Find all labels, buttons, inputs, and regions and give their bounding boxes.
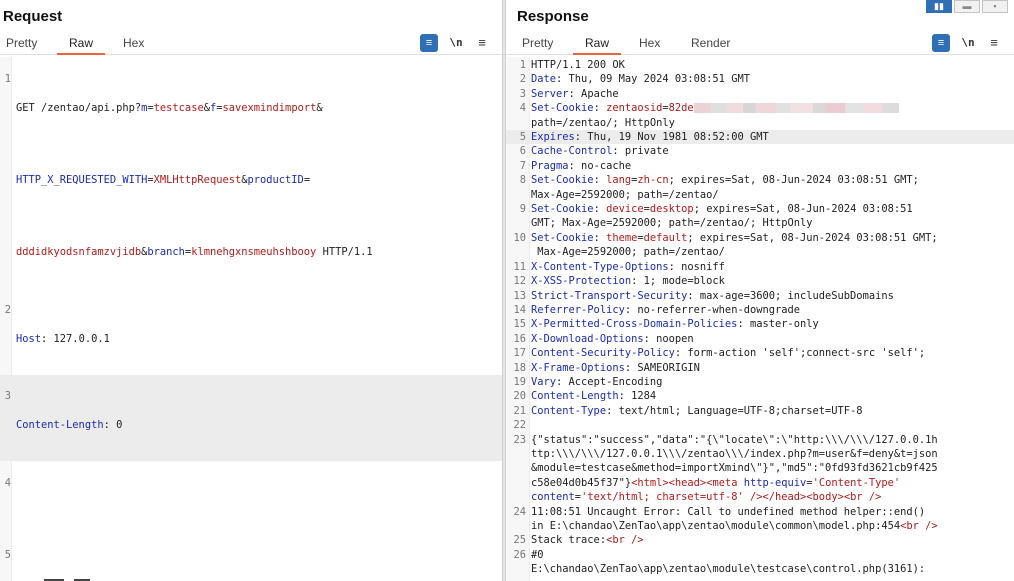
- menu-icon[interactable]: ≡: [473, 34, 491, 52]
- response-line: 8 Set-Cookie: lang=zh-cn; expires=Sat, 08…: [519, 174, 919, 187]
- request-line-wrap: HTTP_X_REQUESTED_WITH=XMLHttpRequest&pro…: [16, 174, 311, 187]
- wrap-lines-icon[interactable]: ≡: [420, 34, 438, 52]
- response-line-wrap: &module=testcase&method=importXmind\"}",…: [531, 462, 938, 475]
- menu-icon[interactable]: ≡: [985, 34, 1003, 52]
- response-line: 10 Set-Cookie: theme=default; expires=Sat…: [513, 231, 938, 244]
- response-editor[interactable]: 1 HTTP/1.1 200 OK 2 Date: Thu, 09 May 2024…: [506, 57, 1014, 581]
- request-pane: Request Pretty Raw Hex ≡ \n ≡ 1 GET /zen…: [0, 0, 502, 581]
- response-line: 23 {"status":"success","data":"{\"locate\…: [513, 433, 938, 446]
- layout-side-by-side-icon[interactable]: ▮▮: [926, 0, 952, 13]
- response-line: 3 Server: Apache: [519, 87, 619, 100]
- request-tab-pretty[interactable]: Pretty: [6, 36, 37, 55]
- request-line-wrap: dddidkyodsnfamzvjidb&branch=klmnehgxnsme…: [16, 246, 373, 259]
- response-line: 17 Content-Security-Policy: form-action '…: [513, 347, 926, 360]
- response-line: 20 Content-Length: 1284: [513, 390, 657, 403]
- response-title: Response: [517, 8, 589, 25]
- response-line: 2 Date: Thu, 09 May 2024 03:08:51 GMT: [519, 73, 750, 86]
- response-line: 25 Stack trace:<br />: [513, 534, 644, 547]
- response-tab-render[interactable]: Render: [691, 36, 730, 55]
- response-line: 21 Content-Type: text/html; Language=UTF-…: [513, 404, 863, 417]
- response-line-wrap: content='text/html; charset=utf-8' /></h…: [531, 491, 882, 504]
- show-newlines-icon[interactable]: \n: [447, 34, 465, 52]
- response-tab-raw[interactable]: Raw: [572, 36, 622, 55]
- response-line-wrap: c58e04d0b45f37"}<html><head><meta http-e…: [531, 476, 901, 489]
- response-line: 24 11:08:51 Uncaught Error: Call to undef…: [513, 505, 926, 518]
- response-tab-hex[interactable]: Hex: [639, 36, 660, 55]
- response-pane: ▮▮ ▬ ▪ Response Pretty Raw Hex Render ≡ …: [506, 0, 1014, 581]
- response-line-wrap: Max-Age=2592000; path=/zentao/: [531, 246, 725, 259]
- response-line: 16 X-Download-Options: noopen: [513, 332, 694, 345]
- request-editor[interactable]: 1 GET /zentao/api.php?m=testcase&f=savex…: [0, 57, 502, 581]
- response-line: 22: [513, 419, 526, 432]
- request-tab-raw[interactable]: Raw: [56, 36, 106, 55]
- response-line: 13 Strict-Transport-Security: max-age=360…: [513, 289, 894, 302]
- request-line: 1 GET /zentao/api.php?m=testcase&f=savex…: [4, 73, 323, 115]
- response-line-wrap: GMT; Max-Age=2592000; path=/zentao/; Htt…: [531, 217, 813, 230]
- request-toolbar: ≡ \n ≡: [420, 34, 492, 52]
- response-line-wrap: ttp:\\\/\\\/127.0.0.1\\\/zentao\\\/index…: [531, 447, 938, 460]
- layout-stacked-icon[interactable]: ▬: [954, 0, 980, 13]
- layout-toggle: ▮▮ ▬ ▪: [926, 0, 1008, 14]
- show-newlines-icon[interactable]: \n: [959, 34, 977, 52]
- response-line: 12 X-XSS-Protection: 1; mode=block: [513, 275, 725, 288]
- response-line: 5 Expires: Thu, 19 Nov 1981 08:52:00 GMT: [506, 130, 1014, 145]
- layout-single-icon[interactable]: ▪: [982, 0, 1008, 13]
- response-line: 26 #0: [513, 548, 544, 561]
- request-line: 2 Host: 127.0.0.1: [4, 303, 110, 345]
- response-line: 19 Vary: Accept-Encoding: [513, 375, 663, 388]
- response-line: 6 Cache-Control: private: [519, 145, 669, 158]
- response-line-wrap: path=/zentao/; HttpOnly: [531, 116, 675, 129]
- response-line-wrap: Max-Age=2592000; path=/zentao/: [531, 188, 719, 201]
- request-line: 3 Content-Length: 0: [0, 374, 502, 462]
- response-line: 14 Referrer-Policy: no-referrer-when-down…: [513, 303, 801, 316]
- response-line: 4 Set-Cookie: zentaosid=82de: [506, 101, 1014, 115]
- request-line: 4: [4, 476, 11, 489]
- request-tab-hex[interactable]: Hex: [123, 36, 144, 55]
- response-line: 15 X-Permitted-Cross-Domain-Policies: mas…: [513, 318, 819, 331]
- redacted-session-id: [693, 103, 899, 114]
- response-toolbar: ≡ \n ≡: [932, 34, 1004, 52]
- response-line: 7 Pragma: no-cache: [519, 159, 632, 172]
- response-line: 11 X-Content-Type-Options: nosniff: [513, 260, 725, 273]
- response-line-wrap: in E:\chandao\ZenTao\app\zentao\module\c…: [531, 520, 938, 532]
- response-line: 1 HTTP/1.1 200 OK: [519, 59, 625, 71]
- request-title: Request: [3, 8, 63, 25]
- response-tab-pretty[interactable]: Pretty: [522, 36, 553, 55]
- response-line-wrap: E:\chandao\ZenTao\app\zentao\module\test…: [531, 563, 926, 576]
- request-line: 5: [4, 548, 11, 561]
- response-line: 9 Set-Cookie: device=desktop; expires=Sat…: [519, 203, 913, 216]
- wrap-lines-icon[interactable]: ≡: [932, 34, 950, 52]
- response-line: 18 X-Frame-Options: SAMEORIGIN: [513, 361, 700, 374]
